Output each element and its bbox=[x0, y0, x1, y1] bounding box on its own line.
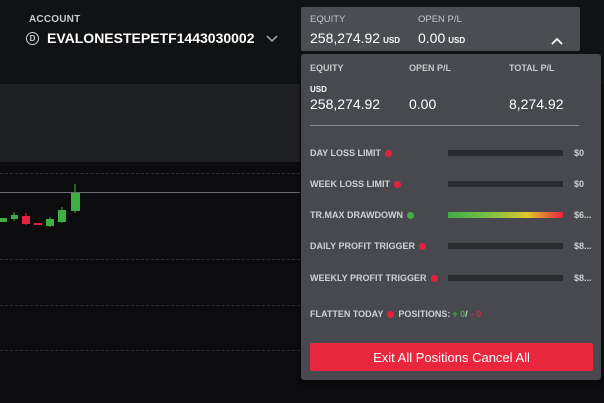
candle bbox=[34, 223, 42, 225]
account-details-panel: EQUITY OPEN P/L TOTAL P/L USD 258,274.92… bbox=[301, 54, 601, 380]
equity-summary-toggle[interactable]: EQUITY 258,274.92 USD OPEN P/L 0.00 USD bbox=[301, 7, 580, 51]
limit-value: $8... bbox=[574, 273, 592, 283]
open-pl-label: OPEN P/L bbox=[418, 14, 462, 25]
candle bbox=[22, 213, 30, 225]
limit-row: DAY LOSS LIMIT $0 bbox=[310, 147, 600, 161]
equity-value: 258,274.92 USD bbox=[310, 30, 400, 46]
panel-currency: USD bbox=[310, 85, 327, 94]
limit-status-dot bbox=[385, 149, 393, 157]
panel-total-pl-header: TOTAL P/L bbox=[509, 63, 555, 73]
chart-toolbar-band bbox=[0, 84, 300, 162]
panel-total-pl-value: 8,274.92 bbox=[509, 96, 564, 112]
flatten-today-row: FLATTEN TODAY POSITIONS: + 0 / - 0 bbox=[310, 309, 481, 319]
positions-separator: / bbox=[465, 309, 468, 319]
limit-label-text: WEEKLY PROFIT TRIGGER bbox=[310, 273, 427, 283]
limit-status-dot bbox=[394, 180, 401, 188]
limit-progress-bar bbox=[448, 212, 563, 218]
limit-progress-bar bbox=[448, 243, 563, 249]
open-pl-value: 0.00 USD bbox=[418, 30, 466, 46]
candle bbox=[58, 207, 66, 223]
limit-progress-bar bbox=[448, 275, 563, 281]
equity-label: EQUITY bbox=[310, 14, 346, 25]
limit-progress-fill bbox=[448, 212, 563, 218]
limit-row: DAILY PROFIT TRIGGER $8... bbox=[310, 240, 600, 254]
account-name: EVALONESTEPETF1443030002 bbox=[47, 30, 255, 46]
limit-progress-bar bbox=[448, 150, 563, 156]
limit-progress-bar bbox=[448, 181, 563, 187]
panel-equity-value: 258,274.92 bbox=[310, 96, 381, 112]
candle bbox=[46, 217, 54, 227]
limit-row: WEEK LOSS LIMIT $0 bbox=[310, 178, 600, 192]
limit-label: DAY LOSS LIMIT bbox=[310, 148, 393, 158]
limit-label-text: TR.MAX DRAWDOWN bbox=[310, 210, 403, 220]
limit-label-text: DAY LOSS LIMIT bbox=[310, 148, 382, 158]
chart-gridline bbox=[0, 350, 300, 351]
candle bbox=[71, 184, 80, 213]
limit-label-text: DAILY PROFIT TRIGGER bbox=[310, 241, 416, 251]
candle bbox=[11, 212, 18, 221]
panel-divider bbox=[310, 125, 579, 126]
chart-gridline bbox=[0, 173, 300, 174]
positions-label: POSITIONS: bbox=[398, 309, 451, 319]
account-label: ACCOUNT bbox=[29, 14, 81, 25]
panel-open-pl-header: OPEN P/L bbox=[409, 63, 452, 73]
flatten-today-label: FLATTEN TODAY bbox=[310, 309, 384, 319]
limit-value: $6... bbox=[574, 210, 592, 220]
limit-value: $0 bbox=[574, 179, 585, 189]
limit-label: TR.MAX DRAWDOWN bbox=[310, 210, 414, 220]
limit-label: WEEK LOSS LIMIT bbox=[310, 179, 401, 189]
limit-status-dot bbox=[407, 211, 414, 219]
limit-row: WEEKLY PROFIT TRIGGER $8... bbox=[310, 272, 600, 286]
chevron-down-icon[interactable] bbox=[265, 31, 279, 45]
limit-label-text: WEEK LOSS LIMIT bbox=[310, 179, 390, 189]
positions-long: + 0 bbox=[452, 309, 466, 319]
limit-label: WEEKLY PROFIT TRIGGER bbox=[310, 273, 438, 283]
limit-status-dot bbox=[430, 274, 438, 282]
limit-row: TR.MAX DRAWDOWN $6... bbox=[310, 209, 600, 223]
chevron-up-icon[interactable] bbox=[550, 34, 564, 48]
positions-short: - 0 bbox=[470, 309, 482, 319]
limit-value: $8... bbox=[574, 241, 592, 251]
panel-equity-header: EQUITY bbox=[310, 63, 344, 73]
limit-label: DAILY PROFIT TRIGGER bbox=[310, 241, 427, 251]
candle bbox=[0, 218, 7, 222]
flatten-status-dot bbox=[387, 310, 395, 318]
exit-all-positions-button[interactable]: Exit All Positions Cancel All bbox=[310, 343, 593, 371]
account-selector[interactable]: D EVALONESTEPETF1443030002 bbox=[26, 28, 279, 48]
limit-value: $0 bbox=[574, 148, 585, 158]
panel-open-pl-value: 0.00 bbox=[409, 96, 437, 112]
chart-gridline bbox=[0, 259, 300, 260]
limit-status-dot bbox=[419, 242, 427, 250]
d-circle-icon: D bbox=[26, 31, 39, 45]
candlesticks bbox=[0, 184, 80, 227]
chart-gridline bbox=[0, 305, 300, 306]
